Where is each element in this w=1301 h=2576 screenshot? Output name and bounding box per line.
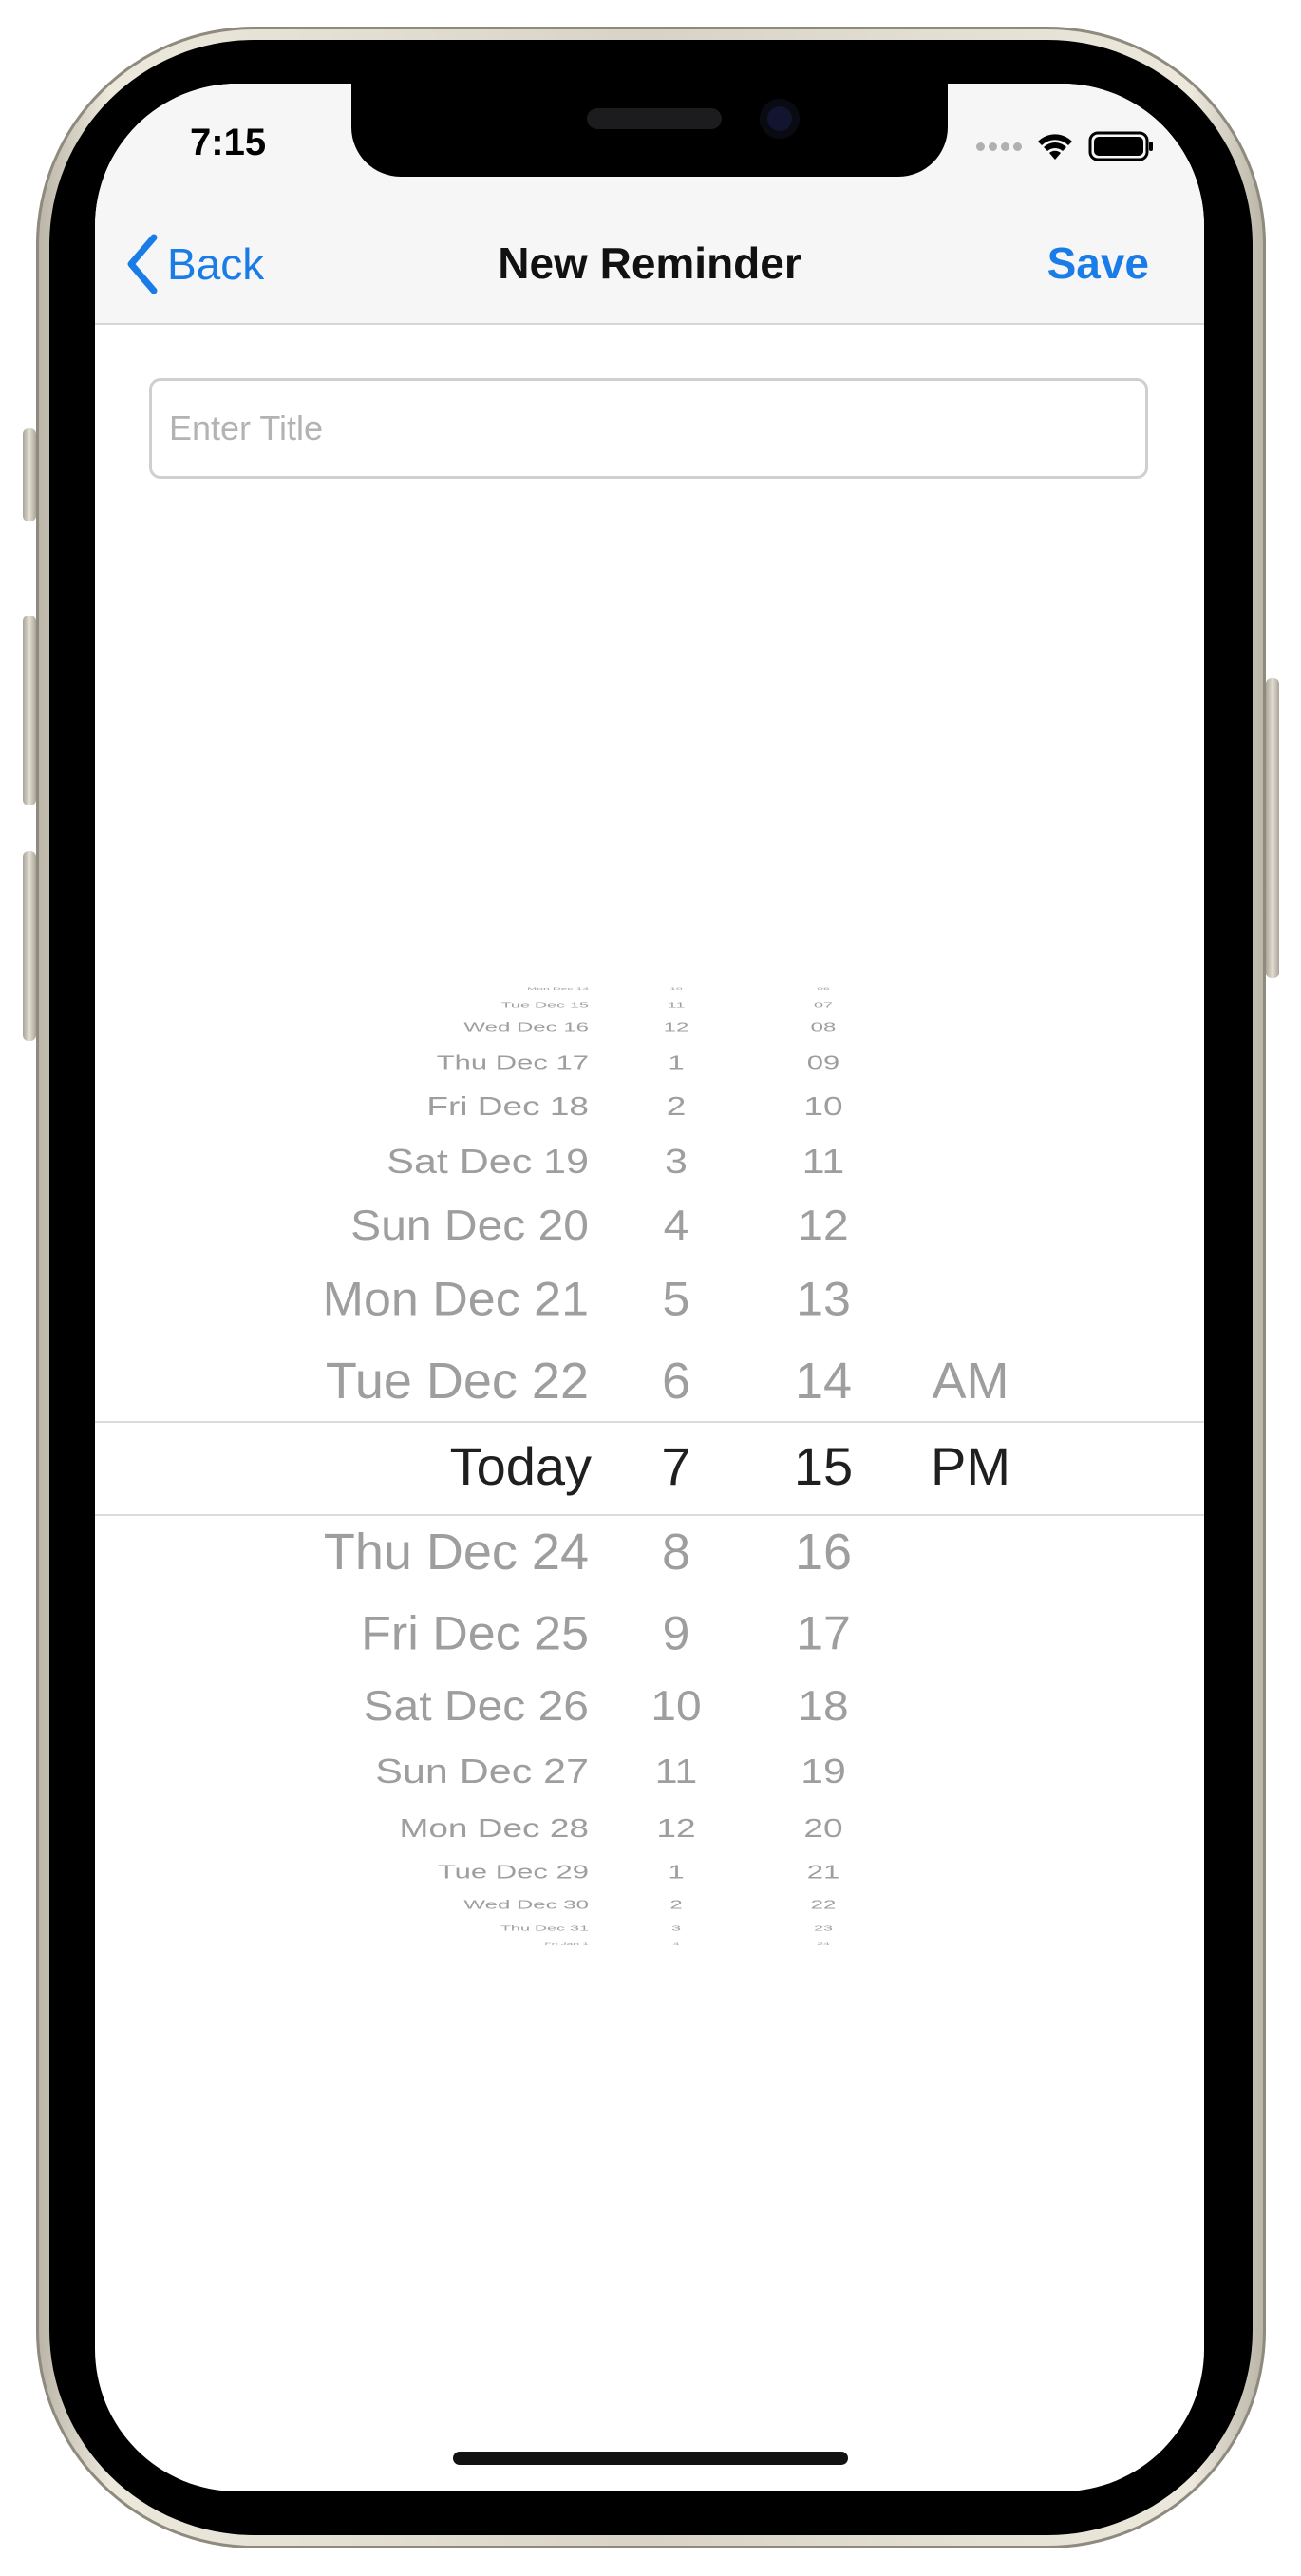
save-button[interactable]: Save [1047, 237, 1149, 289]
picker-minute-option[interactable]: 10 [728, 1092, 918, 1119]
picker-date-option[interactable]: Tue Dec 15 [501, 1001, 589, 1008]
picker-date-option[interactable]: Mon Dec 28 [400, 1814, 590, 1841]
picker-selected-date[interactable]: Today [450, 1440, 592, 1493]
picker-date-option[interactable]: Wed Dec 30 [463, 1900, 589, 1911]
picker-minute-option[interactable]: 13 [728, 1276, 918, 1323]
volume-down-button [23, 851, 36, 1041]
picker-date-option[interactable]: Tue Dec 29 [438, 1862, 589, 1881]
picker-minute-option[interactable]: 08 [728, 1022, 918, 1033]
picker-minute-option[interactable]: 16 [728, 1526, 918, 1578]
picker-minute-option[interactable]: 24 [728, 1942, 918, 1945]
silent-switch [23, 428, 36, 521]
picker-period-option[interactable]: AM [876, 1355, 1065, 1407]
picker-minute-option[interactable]: 12 [728, 1204, 918, 1247]
front-camera [760, 99, 800, 139]
picker-date-option[interactable]: Fri Dec 18 [426, 1092, 589, 1119]
picker-date-option[interactable]: Thu Dec 17 [437, 1052, 589, 1071]
picker-minute-option[interactable]: 09 [728, 1052, 918, 1071]
picker-date-option[interactable]: Thu Dec 31 [500, 1924, 589, 1931]
picker-minute-option[interactable]: 17 [728, 1610, 918, 1657]
picker-minute-option[interactable]: 23 [728, 1924, 918, 1931]
picker-date-option[interactable]: Wed Dec 16 [463, 1022, 589, 1033]
status-icons [976, 129, 1155, 163]
cellular-signal-icon [976, 142, 1022, 151]
picker-date-option[interactable]: Sat Dec 26 [364, 1685, 589, 1728]
notch [351, 84, 948, 177]
wifi-icon [1038, 134, 1072, 160]
picker-minute-option[interactable]: 11 [728, 1144, 918, 1180]
picker-date-option[interactable]: Fri Dec 25 [361, 1610, 589, 1657]
picker-minute-option[interactable]: 19 [728, 1753, 918, 1790]
picker-minute-option[interactable]: 21 [728, 1862, 918, 1881]
picker-date-option[interactable]: Mon Dec 14 [527, 987, 589, 990]
page-title: New Reminder [498, 238, 801, 288]
picker-minute-option[interactable]: 20 [728, 1814, 918, 1841]
picker-selected-period[interactable]: PM [876, 1440, 1065, 1493]
picker-date-option[interactable]: Tue Dec 22 [326, 1355, 589, 1407]
picker-minute-option[interactable]: 18 [728, 1685, 918, 1728]
picker-date-option[interactable]: Sun Dec 27 [375, 1753, 589, 1790]
battery-icon [1088, 131, 1153, 161]
speaker-grille [587, 108, 722, 129]
volume-up-button [23, 616, 36, 805]
home-indicator[interactable] [453, 2452, 848, 2465]
picker-minute-option[interactable]: 22 [728, 1900, 918, 1911]
picker-date-option[interactable]: Thu Dec 24 [324, 1526, 589, 1578]
picker-minute-option[interactable]: 07 [728, 1001, 918, 1008]
picker-date-option[interactable]: Mon Dec 21 [323, 1276, 589, 1323]
title-input[interactable] [149, 378, 1148, 479]
picker-date-option[interactable]: Sun Dec 20 [350, 1204, 589, 1247]
picker-date-option[interactable]: Sat Dec 19 [387, 1144, 589, 1180]
power-button [1266, 678, 1279, 978]
status-time: 7:15 [190, 122, 267, 163]
picker-minute-option[interactable]: 06 [728, 987, 918, 990]
screen: 7:15 Back New Reminder Save Today715PMMo… [95, 84, 1204, 2491]
